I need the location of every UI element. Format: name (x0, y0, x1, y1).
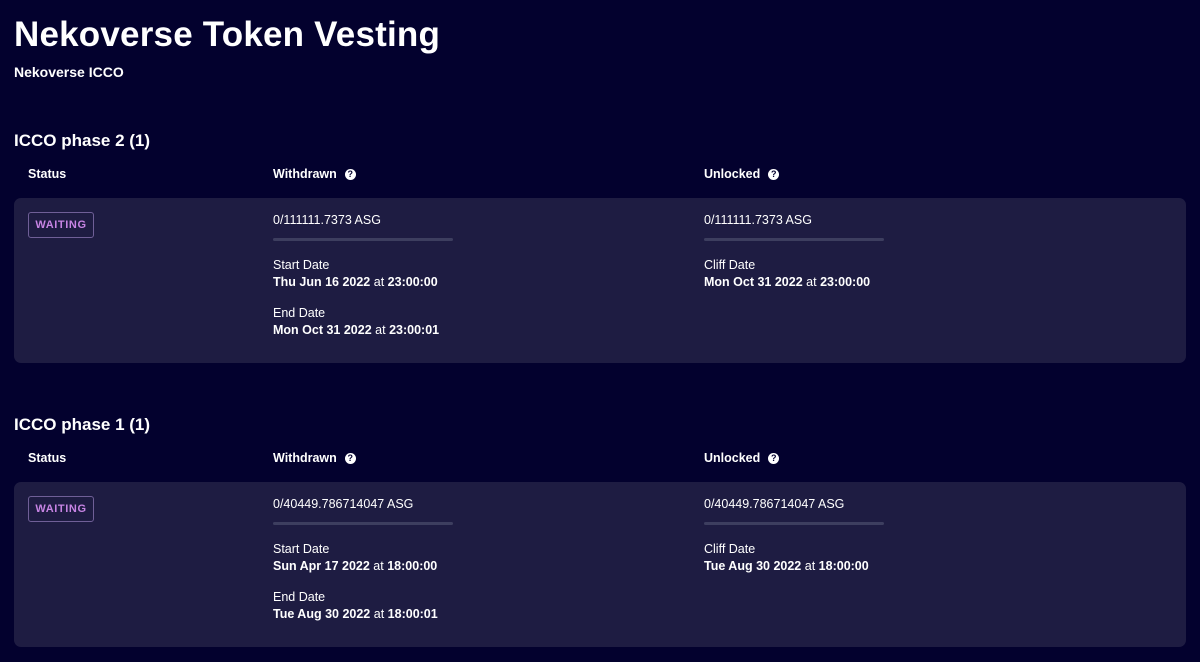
vesting-section-phase-1: ICCO phase 1 (1) Status Withdrawn ? Unlo… (14, 415, 1186, 647)
table-header: Status Withdrawn ? Unlocked ? (14, 451, 1186, 471)
start-date-day: Sun Apr 17 2022 (273, 559, 370, 573)
withdrawn-progress-bar (273, 522, 453, 525)
unlocked-amount: 0/40449.786714047 ASG (704, 497, 845, 511)
withdrawn-block: 0/40449.786714047 ASG Start Date Sun Apr… (273, 497, 453, 623)
at-label: at (373, 607, 385, 621)
table-header: Status Withdrawn ? Unlocked ? (14, 167, 1186, 187)
page-title: Nekoverse Token Vesting (14, 15, 441, 54)
withdrawn-progress-bar (273, 238, 453, 241)
unlocked-block: 0/40449.786714047 ASG Cliff Date Tue Aug… (704, 497, 884, 575)
page-subtitle: Nekoverse ICCO (14, 64, 124, 80)
cliff-date-label: Cliff Date (704, 258, 756, 272)
column-header-status: Status (28, 167, 66, 181)
help-icon[interactable]: ? (768, 452, 780, 464)
end-date-label: End Date (273, 590, 326, 604)
start-date-label: Start Date (273, 542, 330, 556)
end-date-day: Mon Oct 31 2022 (273, 323, 372, 337)
status-badge: WAITING (28, 212, 94, 238)
at-label: at (375, 323, 386, 337)
cliff-date-time: 18:00:00 (818, 559, 869, 573)
column-header-withdrawn-label: Withdrawn (273, 167, 337, 181)
column-header-unlocked-label: Unlocked (704, 167, 761, 181)
end-date-label: End Date (273, 306, 326, 320)
at-label: at (373, 275, 385, 289)
at-label: at (373, 559, 384, 573)
unlocked-progress-bar (704, 522, 884, 525)
help-icon[interactable]: ? (768, 168, 780, 180)
column-header-status: Status (28, 451, 66, 465)
end-date-time: 23:00:01 (389, 323, 440, 337)
column-header-unlocked: Unlocked ? (704, 451, 780, 465)
start-date-value: Sun Apr 17 2022 at 18:00:00 (273, 557, 453, 575)
at-label: at (806, 275, 817, 289)
cliff-date-day: Mon Oct 31 2022 (704, 275, 803, 289)
column-header-status-label: Status (28, 451, 67, 465)
end-date-day: Tue Aug 30 2022 (273, 607, 371, 621)
vesting-section-phase-2: ICCO phase 2 (1) Status Withdrawn ? Unlo… (14, 131, 1186, 363)
end-date-time: 18:00:01 (387, 607, 438, 621)
status-badge: WAITING (28, 496, 94, 522)
end-date-value: Mon Oct 31 2022 at 23:00:01 (273, 321, 453, 339)
vesting-card: WAITING 0/111111.7373 ASG Start Date Thu… (14, 198, 1186, 363)
withdrawn-amount: 0/40449.786714047 ASG (273, 497, 414, 511)
help-icon[interactable]: ? (344, 168, 356, 180)
cliff-date-day: Tue Aug 30 2022 (704, 559, 802, 573)
vesting-page: Nekoverse Token Vesting Nekoverse ICCO I… (0, 0, 1200, 647)
unlocked-progress-bar (704, 238, 884, 241)
start-date-time: 23:00:00 (387, 275, 438, 289)
unlocked-block: 0/111111.7373 ASG Cliff Date Mon Oct 31 … (704, 213, 884, 291)
section-title: ICCO phase 1 (1) (14, 415, 151, 434)
end-date-value: Tue Aug 30 2022 at 18:00:01 (273, 605, 453, 623)
vesting-card: WAITING 0/40449.786714047 ASG Start Date… (14, 482, 1186, 647)
at-label: at (804, 559, 816, 573)
start-date-day: Thu Jun 16 2022 (273, 275, 371, 289)
column-header-status-label: Status (28, 167, 67, 181)
start-date-value: Thu Jun 16 2022 at 23:00:00 (273, 273, 453, 291)
cliff-date-time: 23:00:00 (820, 275, 871, 289)
cliff-date-value: Mon Oct 31 2022 at 23:00:00 (704, 273, 884, 291)
withdrawn-block: 0/111111.7373 ASG Start Date Thu Jun 16 … (273, 213, 453, 339)
column-header-withdrawn: Withdrawn ? (273, 451, 356, 465)
column-header-withdrawn: Withdrawn ? (273, 167, 356, 181)
column-header-withdrawn-label: Withdrawn (273, 451, 337, 465)
column-header-unlocked: Unlocked ? (704, 167, 780, 181)
column-header-unlocked-label: Unlocked (704, 451, 761, 465)
section-title: ICCO phase 2 (1) (14, 131, 151, 150)
cliff-date-label: Cliff Date (704, 542, 756, 556)
withdrawn-amount: 0/111111.7373 ASG (273, 213, 381, 227)
start-date-time: 18:00:00 (387, 559, 438, 573)
unlocked-amount: 0/111111.7373 ASG (704, 213, 812, 227)
help-icon[interactable]: ? (344, 452, 356, 464)
start-date-label: Start Date (273, 258, 330, 272)
cliff-date-value: Tue Aug 30 2022 at 18:00:00 (704, 557, 884, 575)
